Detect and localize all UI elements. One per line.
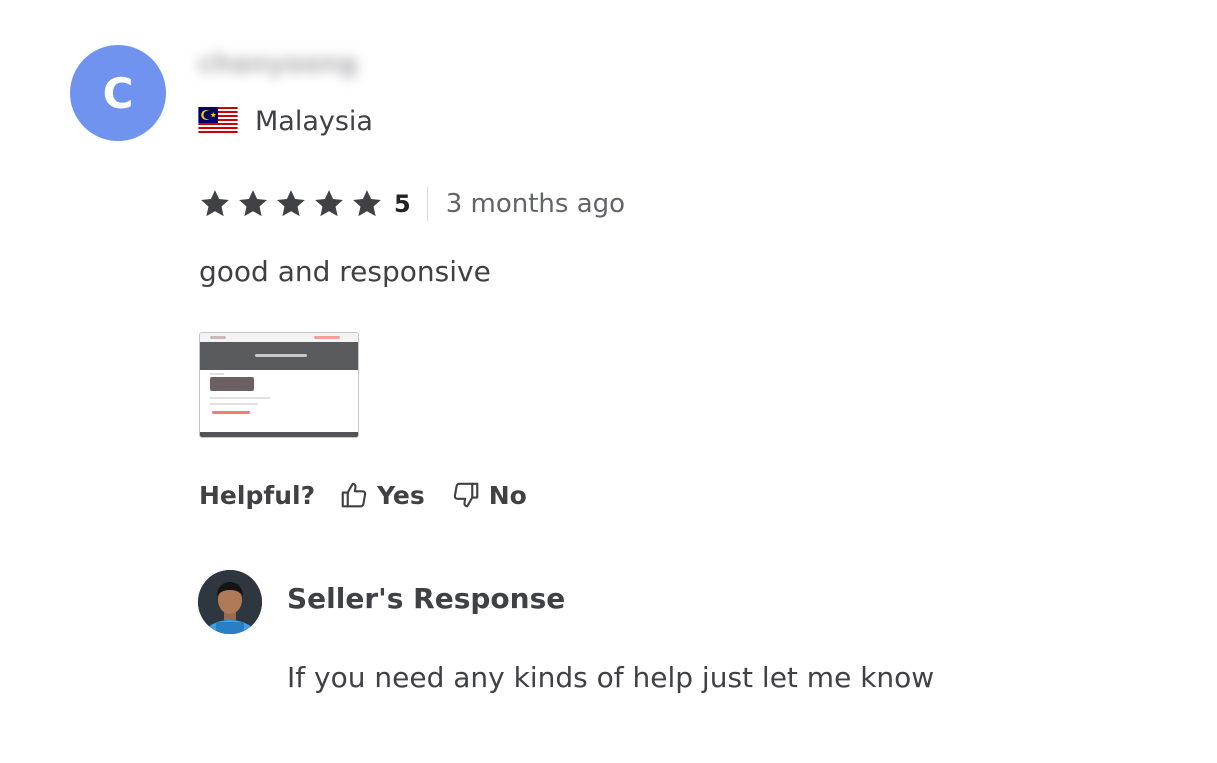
helpful-yes-button[interactable]: Yes: [339, 480, 425, 510]
attachment-text-line: [210, 403, 258, 405]
rating-score: 5: [394, 190, 411, 218]
attachment-banner-title: [255, 354, 307, 357]
rating-row: 5 3 months ago: [198, 184, 625, 224]
helpful-row: Helpful? Yes No: [199, 476, 553, 514]
helpful-yes-label: Yes: [377, 480, 425, 510]
malaysia-flag-icon: [198, 107, 238, 135]
star-icon: [239, 190, 267, 217]
seller-response-text: If you need any kinds of help just let m…: [287, 661, 935, 694]
star-icon: [201, 190, 229, 217]
attachment-footer: [200, 432, 358, 437]
seller-response-title: Seller's Response: [287, 582, 566, 615]
attachment-image: [210, 377, 254, 391]
attachment-topbar: [200, 333, 358, 342]
review-time: 3 months ago: [445, 189, 626, 219]
attachment-red-line: [212, 411, 250, 414]
thumbs-down-icon: [453, 482, 479, 508]
review-text: good and responsive: [199, 255, 491, 288]
helpful-no-label: No: [488, 480, 527, 510]
star-icon: [353, 190, 381, 217]
reviewer-avatar-initial: C: [102, 68, 134, 118]
helpful-no-button[interactable]: No: [451, 480, 527, 510]
attachment-banner: [200, 342, 358, 370]
reviewer-username[interactable]: chanyoong: [198, 46, 358, 82]
attachment-logo: [210, 336, 226, 339]
seller-avatar-photo: [198, 570, 262, 634]
reviewer-country-row: Malaysia: [198, 103, 373, 139]
rating-divider: [426, 187, 428, 221]
reviewer-avatar: C: [70, 45, 166, 141]
star-rating: [198, 187, 388, 221]
helpful-label: Helpful?: [199, 480, 316, 510]
reviewer-country: Malaysia: [255, 105, 373, 137]
star-icon: [315, 190, 343, 217]
attachment-nav-button: [314, 336, 340, 339]
seller-avatar[interactable]: [198, 570, 262, 634]
thumbs-up-icon: [341, 482, 367, 508]
review-attachment-thumbnail[interactable]: [199, 332, 359, 438]
star-icon: [277, 190, 305, 217]
attachment-text-line: [210, 397, 270, 399]
attachment-text-line: [210, 373, 224, 375]
